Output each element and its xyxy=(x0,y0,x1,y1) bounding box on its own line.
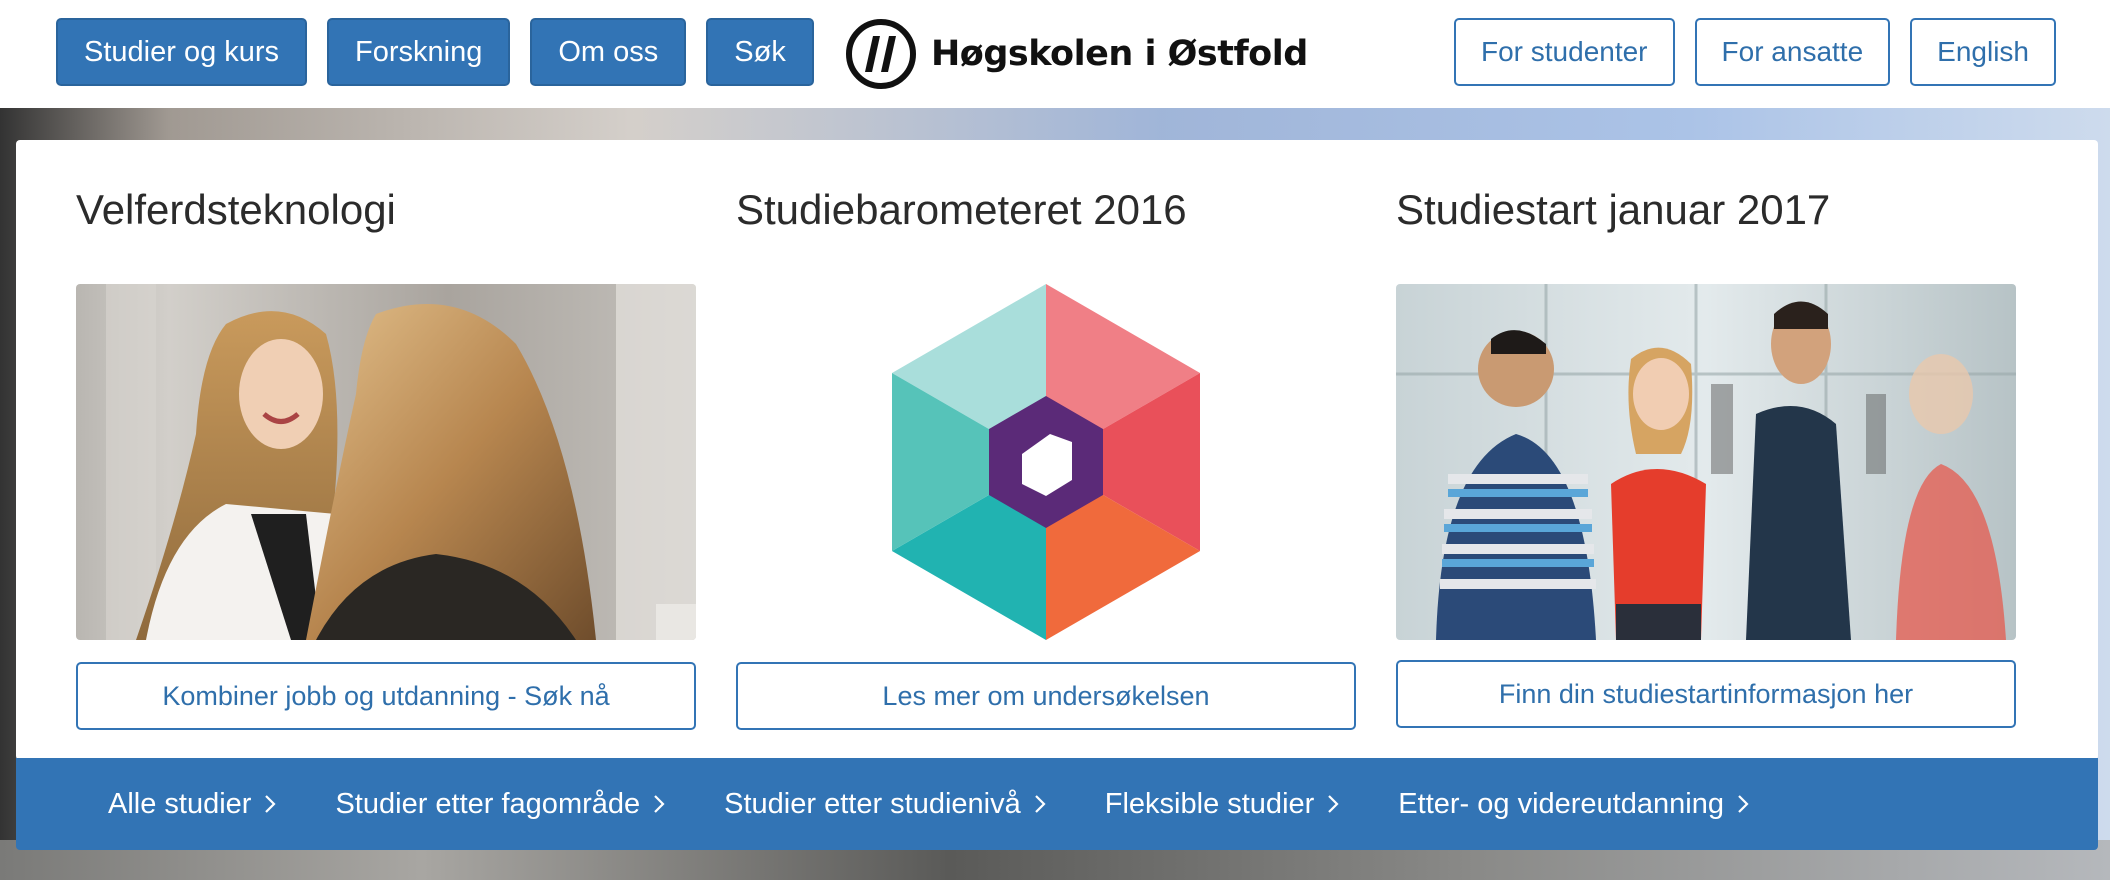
study-nav-fagomrade[interactable]: Studier etter fagområde xyxy=(335,788,666,821)
chevron-right-icon xyxy=(1034,795,1046,813)
study-nav-alle-studier[interactable]: Alle studier xyxy=(108,788,277,821)
for-ansatte-button[interactable]: For ansatte xyxy=(1694,18,1891,86)
nav-forskning-button[interactable]: Forskning xyxy=(327,18,511,86)
nav-studier-og-kurs-button[interactable]: Studier og kurs xyxy=(56,18,308,86)
primary-nav: Studier og kurs Forskning Om oss Søk xyxy=(56,18,814,86)
study-nav-label: Studier etter studienivå xyxy=(724,787,1021,820)
site-logo[interactable]: Høgskolen i Østfold xyxy=(845,18,1308,90)
card-title: Velferdsteknologi xyxy=(76,186,396,233)
english-button[interactable]: English xyxy=(1910,18,2056,86)
card-title: Studiebarometeret 2016 xyxy=(736,186,1187,233)
audience-nav: For studenter For ansatte English xyxy=(1453,18,2056,86)
photo-illustration xyxy=(1396,284,2016,640)
study-nav-label: Alle studier xyxy=(108,787,252,820)
photo-two-women-talking[interactable] xyxy=(76,284,696,640)
nav-om-oss-button[interactable]: Om oss xyxy=(530,18,687,86)
featured-panel: Velferdsteknologi Kombiner jobb og utdan… xyxy=(16,140,2098,760)
hexagon-logo-icon xyxy=(892,284,1200,640)
nav-sok-button[interactable]: Søk xyxy=(706,18,814,86)
finn-studiestart-button[interactable]: Finn din studiestartinformasjon her xyxy=(1396,660,2016,728)
study-nav-studieniva[interactable]: Studier etter studienivå xyxy=(724,788,1047,821)
les-mer-button[interactable]: Les mer om undersøkelsen xyxy=(736,662,1356,730)
study-nav-fleksible[interactable]: Fleksible studier xyxy=(1105,788,1341,821)
site-header: Studier og kurs Forskning Om oss Søk Høg… xyxy=(0,0,2110,108)
studiebarometeret-hexagon-logo[interactable] xyxy=(736,284,1356,640)
photo-illustration xyxy=(76,284,696,640)
chevron-right-icon xyxy=(1328,795,1339,813)
study-nav-label: Etter- og videreutdanning xyxy=(1398,787,1724,820)
chevron-right-icon xyxy=(265,795,277,813)
study-nav-label: Studier etter fagområde xyxy=(335,787,641,820)
study-nav-label: Fleksible studier xyxy=(1104,787,1315,820)
chevron-right-icon xyxy=(1738,795,1749,813)
study-nav-videreutdanning[interactable]: Etter- og videreutdanning xyxy=(1398,788,1750,821)
photo-students-chatting[interactable] xyxy=(1396,284,2016,640)
chevron-right-icon xyxy=(654,795,665,813)
kombiner-jobb-button[interactable]: Kombiner jobb og utdanning - Søk nå xyxy=(76,662,696,730)
for-studenter-button[interactable]: For studenter xyxy=(1453,18,1675,86)
hiof-logo-icon xyxy=(846,19,916,89)
logo-wordmark: Høgskolen i Østfold xyxy=(931,34,1308,74)
card-title: Studiestart januar 2017 xyxy=(1396,186,1831,233)
study-nav-bar: Alle studier Studier etter fagområde Stu… xyxy=(16,758,2098,850)
